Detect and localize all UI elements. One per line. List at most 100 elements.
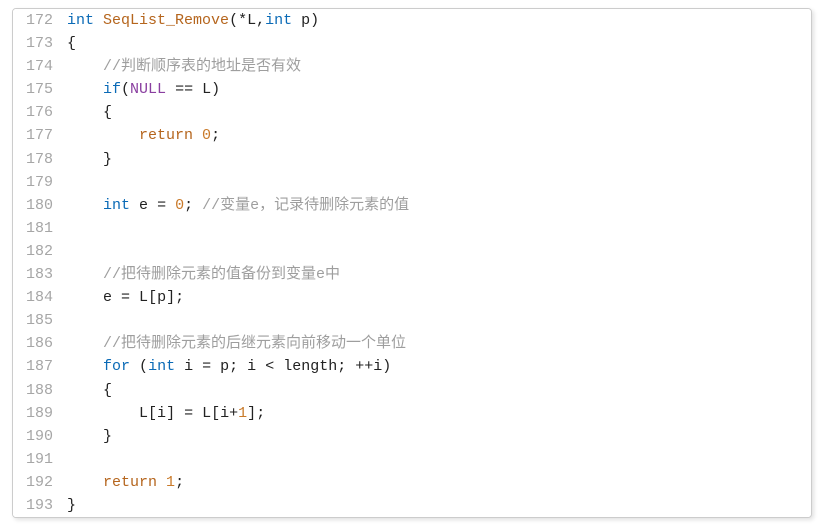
token-punct: ; (184, 197, 193, 214)
line-number: 183 (13, 263, 53, 286)
token-op (94, 12, 103, 29)
indent (67, 335, 103, 352)
indent (67, 266, 103, 283)
token-punct: ) (382, 358, 391, 375)
code-content: int e = 0; //变量e，记录待删除元素的值 (67, 194, 811, 217)
code-line: 174 //判断顺序表的地址是否有效 (13, 55, 811, 78)
line-number: 178 (13, 148, 53, 171)
line-number: 175 (13, 78, 53, 101)
token-ident: p (157, 289, 166, 306)
code-content: } (67, 148, 811, 171)
code-line: 176 { (13, 101, 811, 124)
token-kw: if (103, 81, 121, 98)
code-line: 191 (13, 448, 811, 471)
code-line: 193} (13, 494, 811, 517)
code-content: return 0; (67, 124, 811, 147)
token-op: = (148, 197, 175, 214)
token-punct: ] (247, 405, 256, 422)
token-ident: L (139, 289, 148, 306)
code-content: e = L[p]; (67, 286, 811, 309)
line-number: 184 (13, 286, 53, 309)
token-punct: { (103, 382, 112, 399)
token-punct: ] (166, 405, 175, 422)
token-op: = (193, 358, 220, 375)
token-ident: i (373, 358, 382, 375)
token-punct: } (103, 428, 112, 445)
token-kw: int (265, 12, 292, 29)
code-line: 186 //把待删除元素的后继元素向前移动一个单位 (13, 332, 811, 355)
code-content: int SeqList_Remove(*L,int p) (67, 9, 811, 32)
line-number: 190 (13, 425, 53, 448)
token-punct: } (67, 497, 76, 514)
token-ident: e (103, 289, 112, 306)
token-cmt: //把待删除元素的后继元素向前移动一个单位 (103, 335, 406, 352)
indent (67, 81, 103, 98)
token-punct: ; (337, 358, 346, 375)
code-line: 175 if(NULL == L) (13, 78, 811, 101)
line-number: 191 (13, 448, 53, 471)
token-ret: return (103, 474, 157, 491)
token-null: NULL (130, 81, 166, 98)
token-num: 0 (202, 127, 211, 144)
code-content: } (67, 425, 811, 448)
line-number: 182 (13, 240, 53, 263)
indent (67, 358, 103, 375)
token-punct: ; (175, 289, 184, 306)
code-lines: 172int SeqList_Remove(*L,int p)173{174 /… (13, 9, 811, 517)
token-punct: ( (229, 12, 238, 29)
line-number: 172 (13, 9, 53, 32)
token-op (193, 127, 202, 144)
token-punct: , (256, 12, 265, 29)
token-op (175, 358, 184, 375)
code-content: if(NULL == L) (67, 78, 811, 101)
token-op: < (256, 358, 283, 375)
token-punct: ( (121, 81, 130, 98)
line-number: 185 (13, 309, 53, 332)
code-content: } (67, 494, 811, 517)
code-line: 173{ (13, 32, 811, 55)
token-brown: SeqList_Remove (103, 12, 229, 29)
code-line: 184 e = L[p]; (13, 286, 811, 309)
token-op (130, 197, 139, 214)
line-number: 174 (13, 55, 53, 78)
line-number: 181 (13, 217, 53, 240)
token-punct: ; (256, 405, 265, 422)
token-ident: i (157, 405, 166, 422)
token-kw: for (103, 358, 130, 375)
code-content: { (67, 379, 811, 402)
token-op (193, 197, 202, 214)
token-punct: ] (166, 289, 175, 306)
token-op: + (229, 405, 238, 422)
token-punct: { (103, 104, 112, 121)
code-line: 180 int e = 0; //变量e，记录待删除元素的值 (13, 194, 811, 217)
token-punct: ; (229, 358, 238, 375)
code-area: 172int SeqList_Remove(*L,int p)173{174 /… (13, 9, 811, 517)
line-number: 186 (13, 332, 53, 355)
token-op: * (238, 12, 247, 29)
code-line: 182 (13, 240, 811, 263)
token-ident: i (247, 358, 256, 375)
indent (67, 127, 139, 144)
token-ident: i (220, 405, 229, 422)
token-punct: ( (139, 358, 148, 375)
code-line: 188 { (13, 379, 811, 402)
token-kw: int (148, 358, 175, 375)
indent (67, 428, 103, 445)
code-line: 190 } (13, 425, 811, 448)
token-cmt: //变量e，记录待删除元素的值 (202, 197, 409, 214)
code-line: 179 (13, 171, 811, 194)
token-punct: } (103, 151, 112, 168)
line-number: 193 (13, 494, 53, 517)
code-line: 185 (13, 309, 811, 332)
code-content: L[i] = L[i+1]; (67, 402, 811, 425)
token-ident: length (283, 358, 337, 375)
indent (67, 405, 139, 422)
token-punct: ) (211, 81, 220, 98)
token-num: 1 (166, 474, 175, 491)
line-number: 188 (13, 379, 53, 402)
token-op: ++ (346, 358, 373, 375)
code-content: { (67, 101, 811, 124)
token-punct: { (67, 35, 76, 52)
token-op (238, 358, 247, 375)
line-number: 176 (13, 101, 53, 124)
